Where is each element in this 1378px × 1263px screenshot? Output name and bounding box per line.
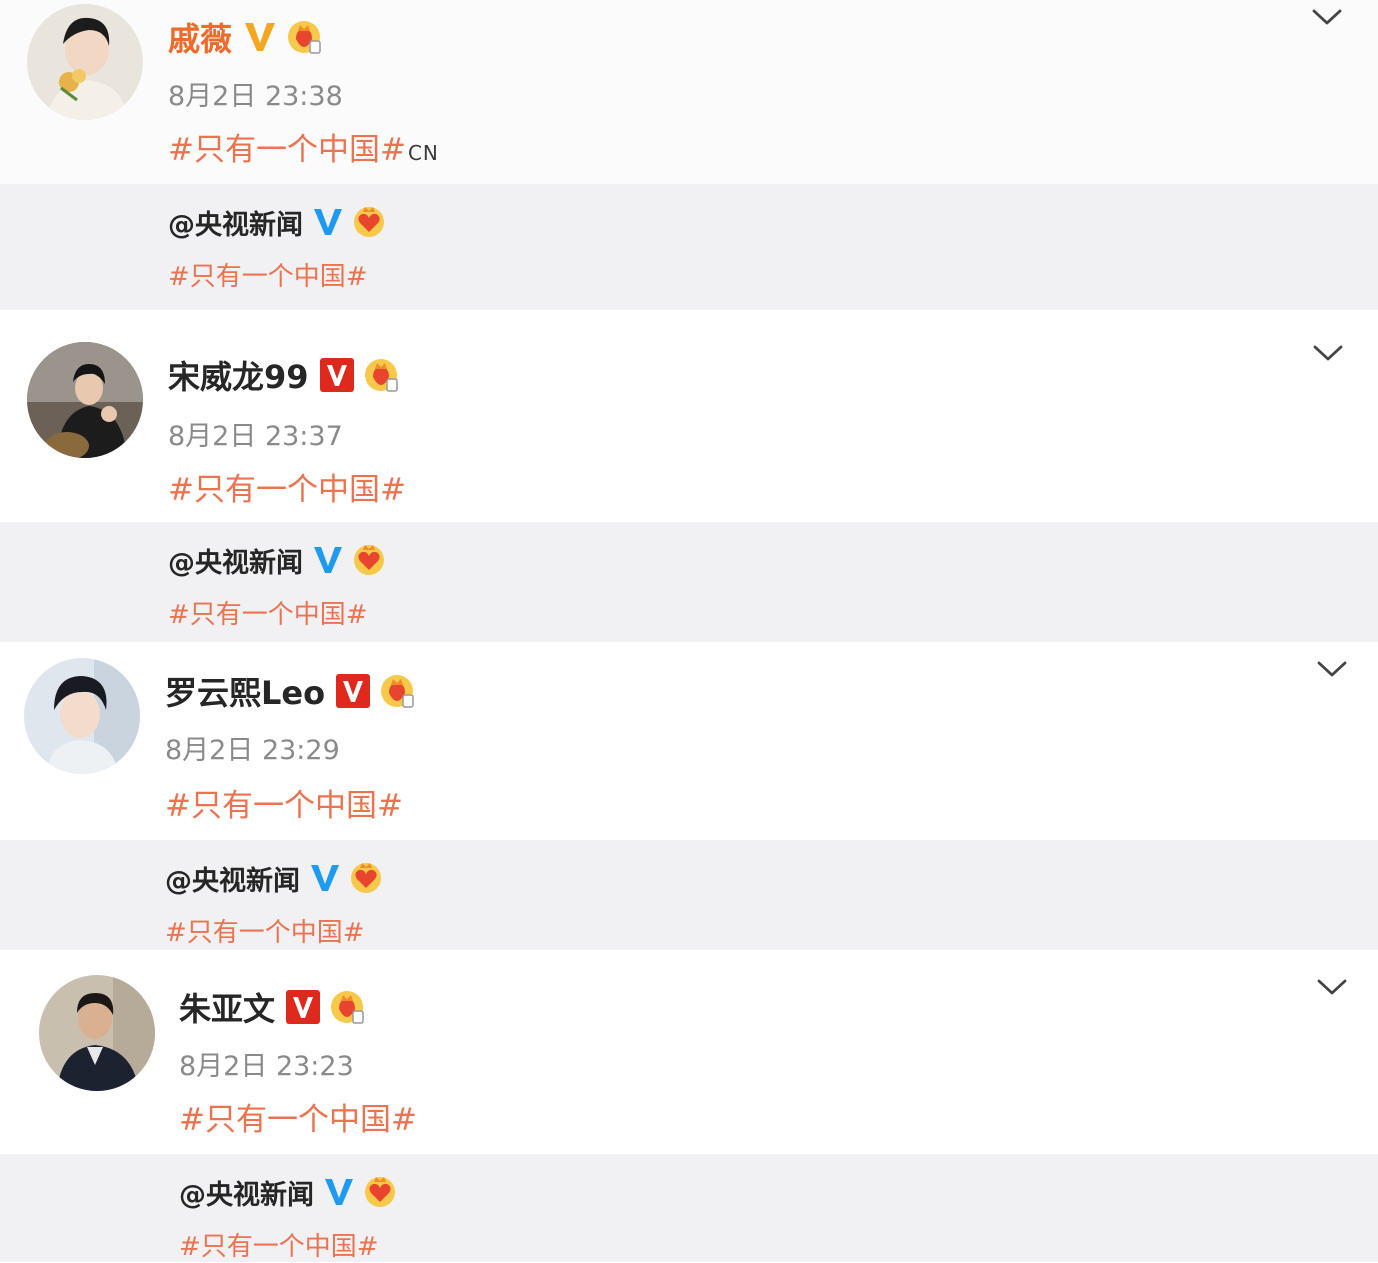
hashtag-link[interactable]: #只有一个中国# CN <box>168 124 439 169</box>
blue-v-icon <box>311 543 345 577</box>
post-card: 宋威龙99 8月2日 23:37 #只有一个中国# <box>0 310 1378 522</box>
avatar[interactable] <box>27 342 143 458</box>
hashtag-link[interactable]: #只有一个中国# <box>165 780 403 825</box>
heart-medal-icon <box>351 542 387 578</box>
red-v-icon <box>335 673 371 709</box>
post-card: 罗云熙Leo 8月2日 23:29 #只有一个中国# <box>0 642 1378 840</box>
hashtag-text: #只有一个中国# <box>168 132 406 168</box>
quoted-post[interactable]: @央视新闻 #只有一个中国# <box>0 840 1378 950</box>
fan-medal-icon <box>377 671 417 711</box>
chevron-down-icon[interactable] <box>1313 344 1343 362</box>
post-card: 戚薇 8月2日 23:38 #只有一个中国# CN <box>0 0 1378 184</box>
gold-v-icon <box>242 19 278 55</box>
quote-author[interactable]: @央视新闻 <box>165 859 300 898</box>
quote-hashtag[interactable]: #只有一个中国# <box>179 1226 379 1263</box>
heart-medal-icon <box>351 204 387 240</box>
blue-v-icon <box>308 861 342 895</box>
quote-hashtag[interactable]: #只有一个中国# <box>168 256 368 293</box>
fan-medal-icon <box>327 987 367 1027</box>
blue-v-icon <box>322 1175 356 1209</box>
post-card: 朱亚文 8月2日 23:23 #只有一个中国# <box>0 950 1378 1154</box>
post-time: 8月2日 23:29 <box>165 735 340 766</box>
red-v-icon <box>319 357 355 393</box>
quote-hashtag[interactable]: #只有一个中国# <box>165 912 365 949</box>
heart-medal-icon <box>348 860 384 896</box>
quote-hashtag[interactable]: #只有一个中国# <box>168 594 368 631</box>
avatar[interactable] <box>24 658 140 774</box>
post-time: 8月2日 23:23 <box>179 1051 354 1082</box>
heart-medal-icon <box>362 1174 398 1210</box>
chevron-down-icon[interactable] <box>1317 978 1347 996</box>
fan-medal-icon <box>284 17 324 57</box>
avatar[interactable] <box>27 4 143 120</box>
quoted-post[interactable]: @央视新闻 #只有一个中国# <box>0 522 1378 642</box>
hashtag-link[interactable]: #只有一个中国# <box>179 1094 417 1139</box>
quoted-post[interactable]: @央视新闻 #只有一个中国# <box>0 184 1378 310</box>
hashtag-text: #只有一个中国# <box>179 1102 417 1138</box>
quoted-post[interactable]: @央视新闻 #只有一个中国# <box>0 1154 1378 1262</box>
post-time: 8月2日 23:37 <box>168 421 343 452</box>
quote-author[interactable]: @央视新闻 <box>179 1173 314 1212</box>
chevron-down-icon[interactable] <box>1317 660 1347 678</box>
red-v-icon <box>285 989 321 1025</box>
quote-author[interactable]: @央视新闻 <box>168 541 303 580</box>
quote-author[interactable]: @央视新闻 <box>168 203 303 242</box>
hashtag-link[interactable]: #只有一个中国# <box>168 464 406 509</box>
username[interactable]: 罗云熙Leo <box>165 668 325 714</box>
username[interactable]: 戚薇 <box>168 14 232 60</box>
fan-medal-icon <box>361 355 401 395</box>
hashtag-text: #只有一个中国# <box>165 788 403 824</box>
chevron-down-icon[interactable] <box>1312 8 1342 26</box>
hashtag-text: #只有一个中国# <box>168 472 406 508</box>
username[interactable]: 宋威龙99 <box>168 352 309 398</box>
blue-v-icon <box>311 205 345 239</box>
hashtag-suffix: CN <box>407 141 439 165</box>
post-time: 8月2日 23:38 <box>168 81 343 112</box>
username[interactable]: 朱亚文 <box>179 984 275 1030</box>
avatar[interactable] <box>39 975 155 1091</box>
